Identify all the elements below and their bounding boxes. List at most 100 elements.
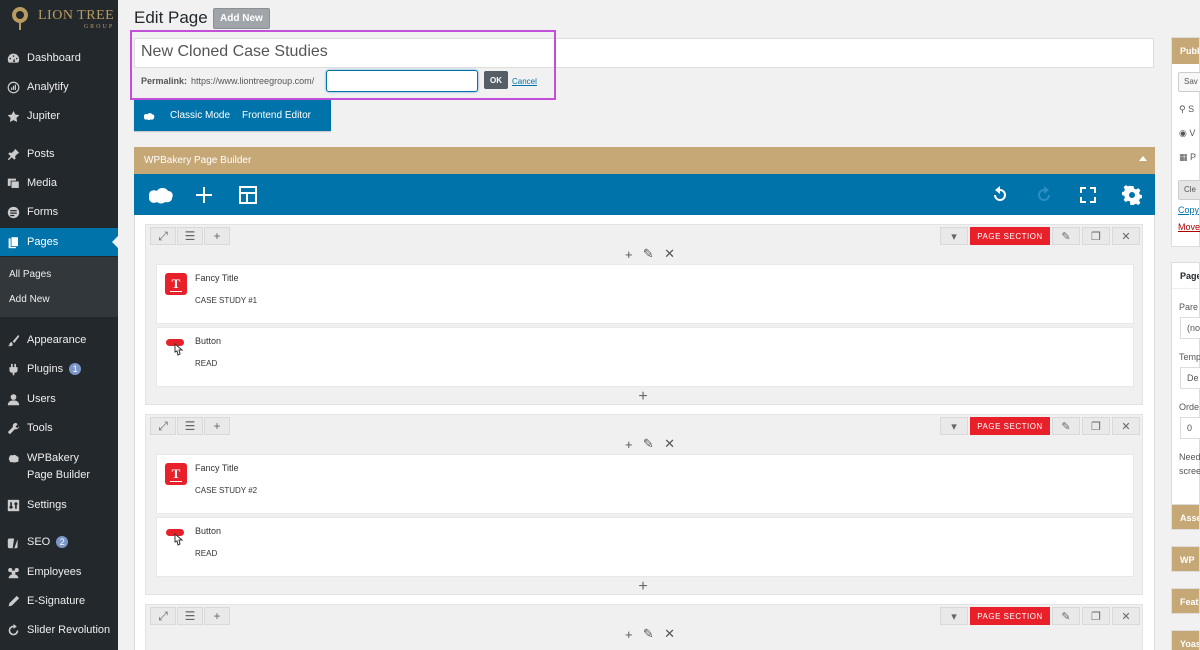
site-logo[interactable]: LION TREE GROUP (0, 0, 118, 38)
add-element-icon[interactable] (193, 184, 215, 206)
undo-icon[interactable] (989, 184, 1011, 206)
sidebar-item-forms[interactable]: Forms (0, 198, 118, 226)
editor-mode-bar: Classic Mode Frontend Editor (134, 100, 331, 131)
sidebar-item-users[interactable]: Users (0, 385, 118, 413)
order-input[interactable]: 0 (1180, 417, 1200, 439)
add-new-button[interactable]: Add New (213, 8, 270, 29)
add-column-icon[interactable]: + (204, 417, 230, 435)
add-row-icon[interactable]: + (625, 437, 633, 452)
sidebar-item-jupiter[interactable]: Jupiter (0, 102, 118, 130)
delete-icon[interactable]: ✕ (1112, 607, 1140, 625)
delete-icon[interactable]: ✕ (1112, 417, 1140, 435)
add-column-icon[interactable]: + (204, 607, 230, 625)
clone-icon[interactable]: ❐ (1082, 227, 1110, 245)
sidebar-item-wpbakery[interactable]: WPBakery Page Builder (0, 446, 118, 486)
sidebar-item-media[interactable]: Media (0, 169, 118, 197)
permalink-row: Permalink: https://www.liontreegroup.com… (141, 76, 314, 86)
save-draft-button[interactable]: Sav (1178, 72, 1200, 92)
delete-row-icon[interactable]: ✕ (664, 626, 675, 642)
move-to-trash-link[interactable]: Move (1178, 222, 1200, 232)
sidebar-item-analytify[interactable]: Analytify (0, 73, 118, 101)
permalink-ok-button[interactable]: OK (484, 71, 508, 89)
edit-pencil-icon[interactable]: ✎ (1052, 607, 1080, 625)
toggle-section-icon[interactable]: ▾ (940, 607, 968, 625)
sidebar-item-pages[interactable]: Pages (0, 228, 118, 256)
drag-handle-icon[interactable]: ⤢ (150, 607, 176, 625)
fancy-title-element[interactable]: T Fancy Title CASE STUDY #2 (156, 454, 1134, 514)
edit-row-icon[interactable]: ✎ (643, 436, 654, 452)
sidebar-item-settings[interactable]: Settings (0, 491, 118, 519)
sidebar-item-label: Plugins (27, 363, 64, 375)
toggle-section-icon[interactable]: ▾ (940, 417, 968, 435)
submenu-item-add-new[interactable]: Add New (9, 294, 50, 305)
fullscreen-icon[interactable] (1077, 184, 1099, 206)
sidebar-item-employees[interactable]: Employees (0, 558, 118, 586)
clone-icon[interactable]: ❐ (1082, 607, 1110, 625)
sidebar-item-dashboard[interactable]: Dashboard (0, 44, 118, 72)
classic-mode-button[interactable]: Classic Mode (164, 110, 236, 121)
yoast-box[interactable]: Yoas (1171, 630, 1200, 650)
wpbakery-icon (6, 452, 20, 466)
edit-pencil-icon[interactable]: ✎ (1052, 227, 1080, 245)
analytify-icon (6, 80, 20, 94)
featured-image-box[interactable]: Feat (1171, 588, 1200, 614)
section-tag: PAGE SECTION (970, 227, 1050, 245)
drag-handle-icon[interactable]: ⤢ (150, 417, 176, 435)
wpbakery-logo-icon[interactable] (146, 184, 174, 206)
calendar-icon: ▦ (1179, 152, 1191, 162)
visibility-eye-icon: ◉ (1179, 128, 1190, 138)
row-layout-icon[interactable]: ☰ (177, 227, 203, 245)
delete-icon[interactable]: ✕ (1112, 227, 1140, 245)
delete-row-icon[interactable]: ✕ (664, 246, 675, 262)
sidebar-item-plugins[interactable]: Plugins 1 (0, 355, 118, 383)
plugin-icon (6, 362, 20, 376)
button-element[interactable]: Button READ (156, 327, 1134, 387)
sidebar-item-label: Posts (27, 148, 55, 160)
copy-draft-link[interactable]: Copy (1178, 205, 1199, 215)
permalink-slug-input[interactable] (326, 70, 478, 92)
submenu-item-all-pages[interactable]: All Pages (9, 269, 51, 280)
button-element[interactable]: Button READ (156, 517, 1134, 577)
parent-select[interactable]: (no (1180, 317, 1200, 339)
add-column-icon[interactable]: + (204, 227, 230, 245)
permalink-cancel-link[interactable]: Cancel (512, 77, 537, 86)
add-element-button[interactable]: + (635, 389, 651, 405)
assets-box[interactable]: Asse (1171, 504, 1200, 530)
section-tag: PAGE SECTION (970, 417, 1050, 435)
settings-gear-icon[interactable] (1121, 184, 1143, 206)
collapse-arrow-icon[interactable] (1139, 156, 1147, 161)
wp-box[interactable]: WP (1171, 546, 1200, 572)
clear-cache-button[interactable]: Cle (1178, 180, 1200, 200)
forms-icon (6, 205, 20, 219)
sidebar-item-appearance[interactable]: Appearance (0, 326, 118, 354)
add-row-icon[interactable]: + (625, 627, 633, 642)
wpbakery-toolbar (134, 174, 1155, 215)
add-element-button[interactable]: + (635, 579, 651, 595)
pen-icon (6, 594, 20, 608)
sidebar-item-label: E-Signature (27, 595, 86, 607)
element-value: CASE STUDY #2 (195, 486, 258, 495)
wpbakery-panel-header[interactable]: WPBakery Page Builder (134, 147, 1155, 174)
sidebar-item-slider-revolution[interactable]: Slider Revolution (0, 616, 118, 644)
row-layout-icon[interactable]: ☰ (177, 607, 203, 625)
frontend-editor-button[interactable]: Frontend Editor (236, 110, 317, 121)
sidebar-item-seo[interactable]: SEO 2 (0, 528, 118, 556)
edit-row-icon[interactable]: ✎ (643, 626, 654, 642)
sidebar-item-posts[interactable]: Posts (0, 140, 118, 168)
edit-row-icon[interactable]: ✎ (643, 246, 654, 262)
status-row-text: S (1188, 104, 1195, 114)
clone-icon[interactable]: ❐ (1082, 417, 1110, 435)
template-select[interactable]: De (1180, 367, 1200, 389)
drag-handle-icon[interactable]: ⤢ (150, 227, 176, 245)
add-row-icon[interactable]: + (625, 247, 633, 262)
sidebar-item-tools[interactable]: Tools (0, 414, 118, 442)
toggle-section-icon[interactable]: ▾ (940, 227, 968, 245)
sidebar-item-e-signature[interactable]: E-Signature (0, 587, 118, 615)
redo-icon[interactable] (1033, 184, 1055, 206)
delete-row-icon[interactable]: ✕ (664, 436, 675, 452)
row-layout-icon[interactable]: ☰ (177, 417, 203, 435)
edit-pencil-icon[interactable]: ✎ (1052, 417, 1080, 435)
element-name: Button (195, 526, 222, 536)
templates-icon[interactable] (237, 184, 259, 206)
fancy-title-element[interactable]: T Fancy Title CASE STUDY #1 (156, 264, 1134, 324)
